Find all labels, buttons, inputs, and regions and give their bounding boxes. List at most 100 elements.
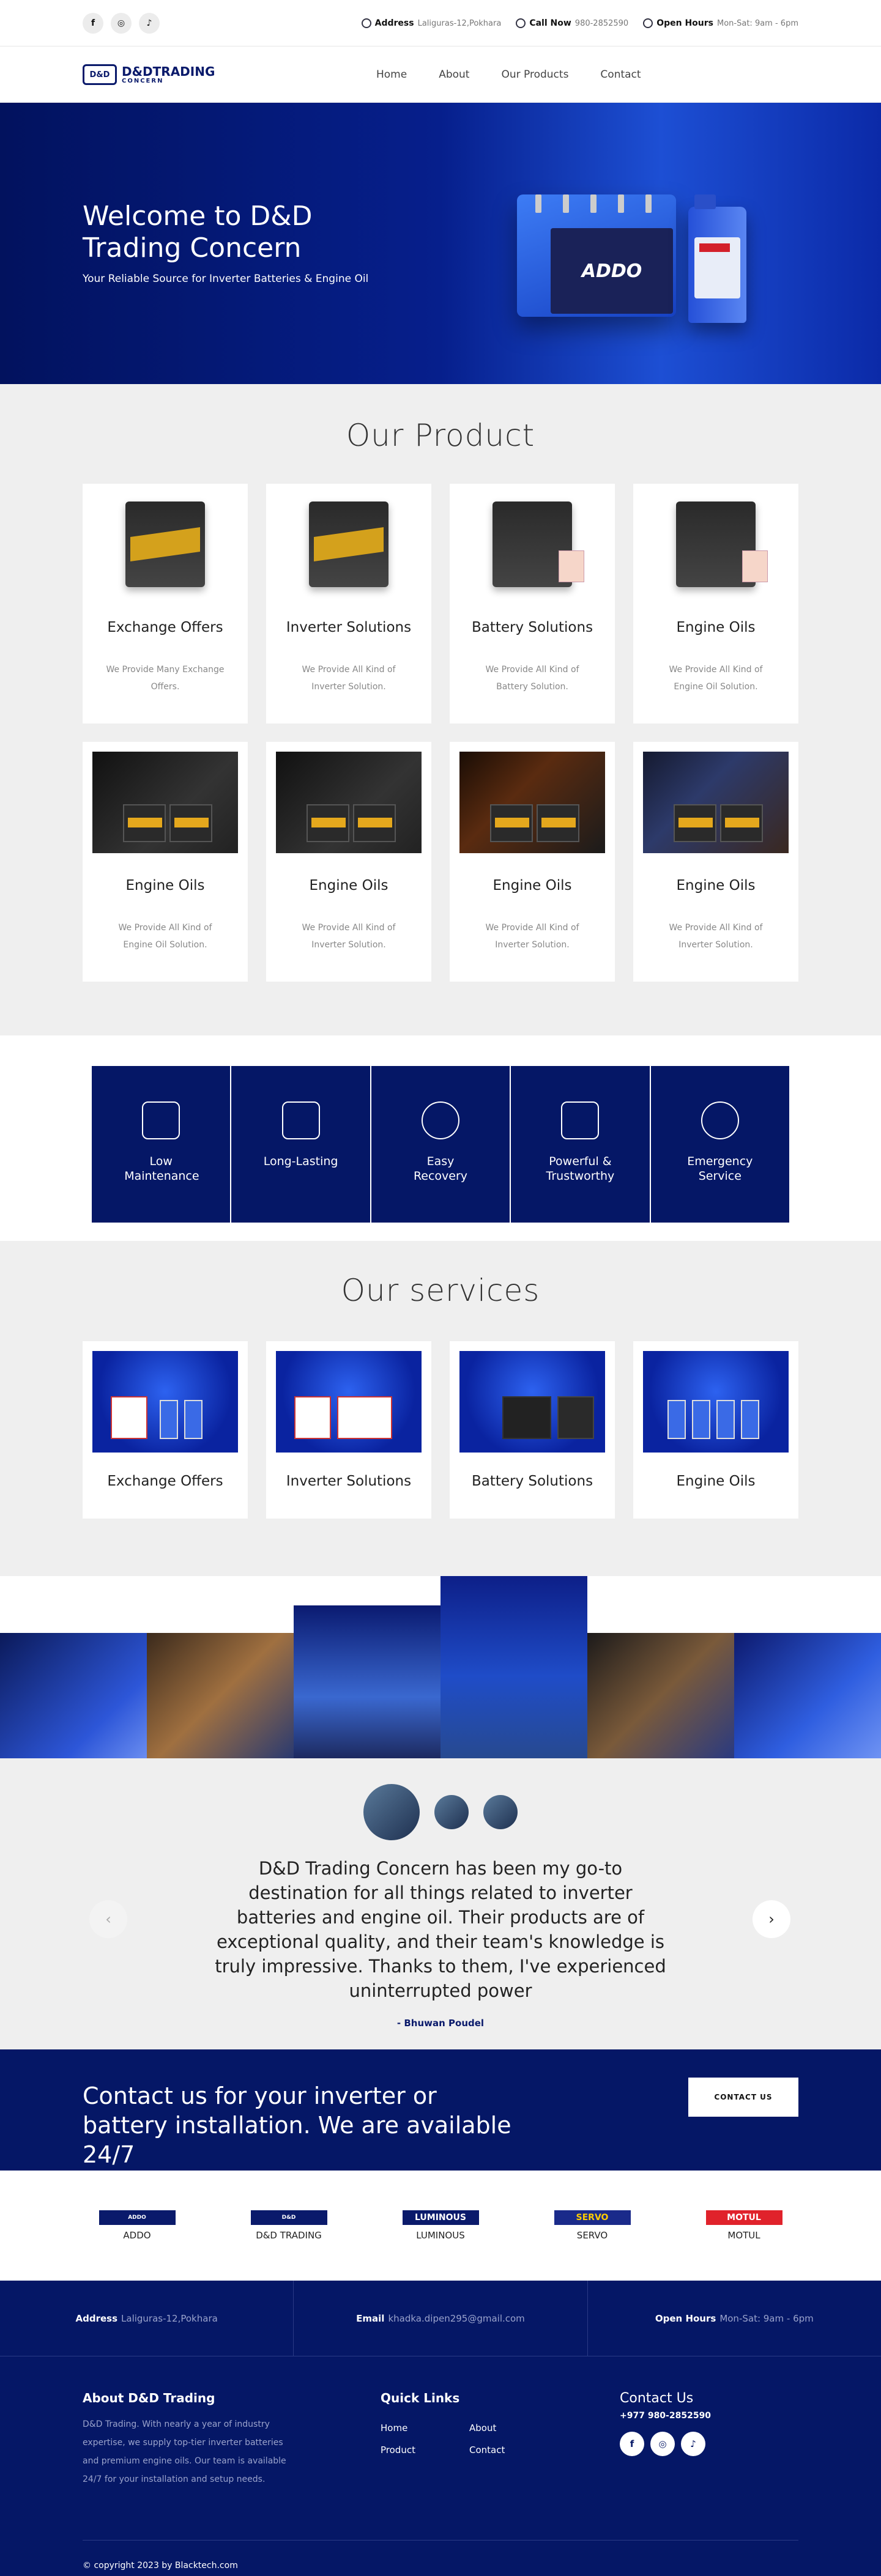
product-title: Engine Oils: [676, 620, 756, 635]
brand-name: ADDO: [123, 2230, 151, 2241]
location-icon: [361, 18, 371, 28]
feature-label: Easy Recovery: [413, 1155, 468, 1183]
product-image: [459, 752, 605, 853]
service-title: Battery Solutions: [471, 1473, 593, 1489]
service-title: Exchange Offers: [107, 1473, 223, 1489]
email-value[interactable]: khadka.dipen295@gmail.com: [388, 2313, 524, 2324]
brands-row: ADDO ADDO D&D D&D TRADING LUMINOUS LUMINOUS…: [0, 2171, 881, 2281]
service-card[interactable]: Exchange Offers: [83, 1341, 248, 1519]
services-section: Our services Exchange Offers Inverter So…: [0, 1241, 881, 1576]
footer-link-home[interactable]: Home: [381, 2422, 469, 2434]
feature-label: Powerful & Trustworthy: [546, 1155, 615, 1183]
call-value[interactable]: 980-2852590: [575, 19, 628, 28]
product-card[interactable]: Engine Oils We Provide All Kind of Engine…: [83, 742, 248, 982]
wallet-icon: [142, 1101, 180, 1139]
product-card[interactable]: Engine Oils We Provide All Kind of Invert…: [633, 742, 798, 982]
product-title: Battery Solutions: [471, 620, 593, 635]
address-label: Address: [374, 18, 414, 28]
facebook-icon[interactable]: f: [620, 2432, 644, 2456]
product-card[interactable]: Engine Oils We Provide All Kind of Engine…: [633, 484, 798, 724]
hours-value: Mon-Sat: 9am - 6pm: [719, 2312, 814, 2324]
products-section: Our Product Exchange Offers We Provide Ma…: [0, 384, 881, 1035]
tiktok-icon[interactable]: ♪: [139, 13, 160, 34]
facebook-icon[interactable]: f: [83, 13, 103, 34]
hours-label: Open Hours: [656, 18, 714, 28]
instagram-icon[interactable]: ◎: [111, 13, 132, 34]
features-section: Low Maintenance Long-Lasting Easy Recove…: [0, 1035, 881, 1241]
brand-servo[interactable]: SERVO SERVO: [554, 2210, 631, 2241]
testimonial-quote: D&D Trading Concern has been my go-to de…: [215, 1858, 666, 2001]
nav-contact[interactable]: Contact: [600, 68, 641, 81]
nav-home[interactable]: Home: [376, 68, 407, 81]
product-title: Engine Oils: [493, 878, 572, 894]
nav-menu: Home About Our Products Contact: [376, 68, 641, 81]
footer-link-contact[interactable]: Contact: [469, 2445, 530, 2456]
main-nav: D&D D&DTRADING CONCERN Home About Our Pr…: [0, 46, 881, 103]
product-card[interactable]: Battery Solutions We Provide All Kind of …: [450, 484, 615, 724]
gallery-image: [734, 1633, 881, 1758]
contact-phone[interactable]: +977 980-2852590: [620, 2411, 711, 2421]
site-footer: About D&D Trading D&D Trading. With near…: [0, 2356, 881, 2576]
gallery-image: [441, 1576, 587, 1758]
product-card[interactable]: Engine Oils We Provide All Kind of Invert…: [450, 742, 615, 982]
service-card[interactable]: Inverter Solutions: [266, 1341, 431, 1519]
gallery-image: [0, 1633, 147, 1758]
product-card[interactable]: Exchange Offers We Provide Many Exchange …: [83, 484, 248, 724]
product-image: [92, 494, 238, 595]
footer-address: Address Laliguras-12,Pokhara: [0, 2281, 294, 2356]
avatar[interactable]: [434, 1795, 469, 1829]
call-label: Call Now: [529, 18, 571, 28]
logo-title: D&DTRADING: [122, 64, 215, 79]
phone-icon: [516, 18, 526, 28]
top-info: Address Laliguras-12,Pokhara Call Now 98…: [361, 18, 798, 28]
site-logo[interactable]: D&D D&DTRADING CONCERN: [83, 64, 376, 85]
instagram-icon[interactable]: ◎: [650, 2432, 675, 2456]
about-title: About D&D Trading: [83, 2391, 215, 2405]
service-card[interactable]: Battery Solutions: [450, 1341, 615, 1519]
brand-logo: SERVO: [554, 2210, 631, 2225]
certificate-icon: [281, 1101, 320, 1139]
brand-name: SERVO: [576, 2230, 608, 2241]
product-card[interactable]: Inverter Solutions We Provide All Kind of…: [266, 484, 431, 724]
gallery-image: [147, 1633, 294, 1758]
product-card[interactable]: Engine Oils We Provide All Kind of Invert…: [266, 742, 431, 982]
product-title: Engine Oils: [309, 878, 388, 894]
brand-motul[interactable]: MOTUL MOTUL: [705, 2210, 782, 2241]
footer-link-product[interactable]: Product: [381, 2445, 469, 2456]
avatar[interactable]: [483, 1795, 518, 1829]
brand-dd-trading[interactable]: D&D D&D TRADING: [250, 2210, 327, 2241]
nav-about[interactable]: About: [439, 68, 469, 81]
next-arrow-button[interactable]: ›: [753, 1900, 790, 1938]
service-image: [92, 1351, 238, 1453]
logo-mark: D&D: [83, 64, 117, 85]
product-desc: We Provide All Kind of Inverter Solution…: [302, 665, 396, 692]
product-image: [92, 752, 238, 853]
footer-link-about[interactable]: About: [469, 2422, 530, 2434]
brand-luminous[interactable]: LUMINOUS LUMINOUS: [402, 2210, 479, 2241]
product-image: [643, 752, 789, 853]
product-desc: We Provide All Kind of Engine Oil Soluti…: [118, 923, 212, 950]
avatar[interactable]: [363, 1784, 420, 1840]
brand-logo: D&D: [250, 2210, 327, 2225]
product-desc: We Provide All Kind of Battery Solution.: [485, 665, 579, 692]
clock-icon: [643, 18, 653, 28]
product-desc: We Provide All Kind of Inverter Solution…: [669, 923, 763, 950]
prev-arrow-button[interactable]: ‹: [89, 1900, 127, 1938]
hero-banner: Welcome to D&D Trading Concern Your Reli…: [0, 103, 881, 384]
service-title: Engine Oils: [676, 1473, 756, 1489]
testimonial-avatars: [0, 1784, 881, 1840]
top-call: Call Now 980-2852590: [516, 18, 628, 28]
footer-contact: Contact Us +977 980-2852590 f ◎ ♪: [620, 2391, 711, 2456]
tiktok-icon[interactable]: ♪: [681, 2432, 705, 2456]
product-desc: We Provide All Kind of Inverter Solution…: [485, 923, 579, 950]
service-card[interactable]: Engine Oils: [633, 1341, 798, 1519]
product-title: Engine Oils: [676, 878, 756, 894]
nav-products[interactable]: Our Products: [501, 68, 568, 81]
contact-us-button[interactable]: CONTACT US: [688, 2078, 798, 2117]
about-text: D&D Trading. With nearly a year of indus…: [83, 2419, 286, 2484]
product-desc: We Provide All Kind of Inverter Solution…: [302, 923, 396, 950]
footer-info-bar: Address Laliguras-12,Pokhara Email khadka.…: [0, 2281, 881, 2356]
service-image: [459, 1351, 605, 1453]
brand-addo[interactable]: ADDO ADDO: [99, 2210, 176, 2241]
battery-image: ADDO: [517, 194, 676, 317]
